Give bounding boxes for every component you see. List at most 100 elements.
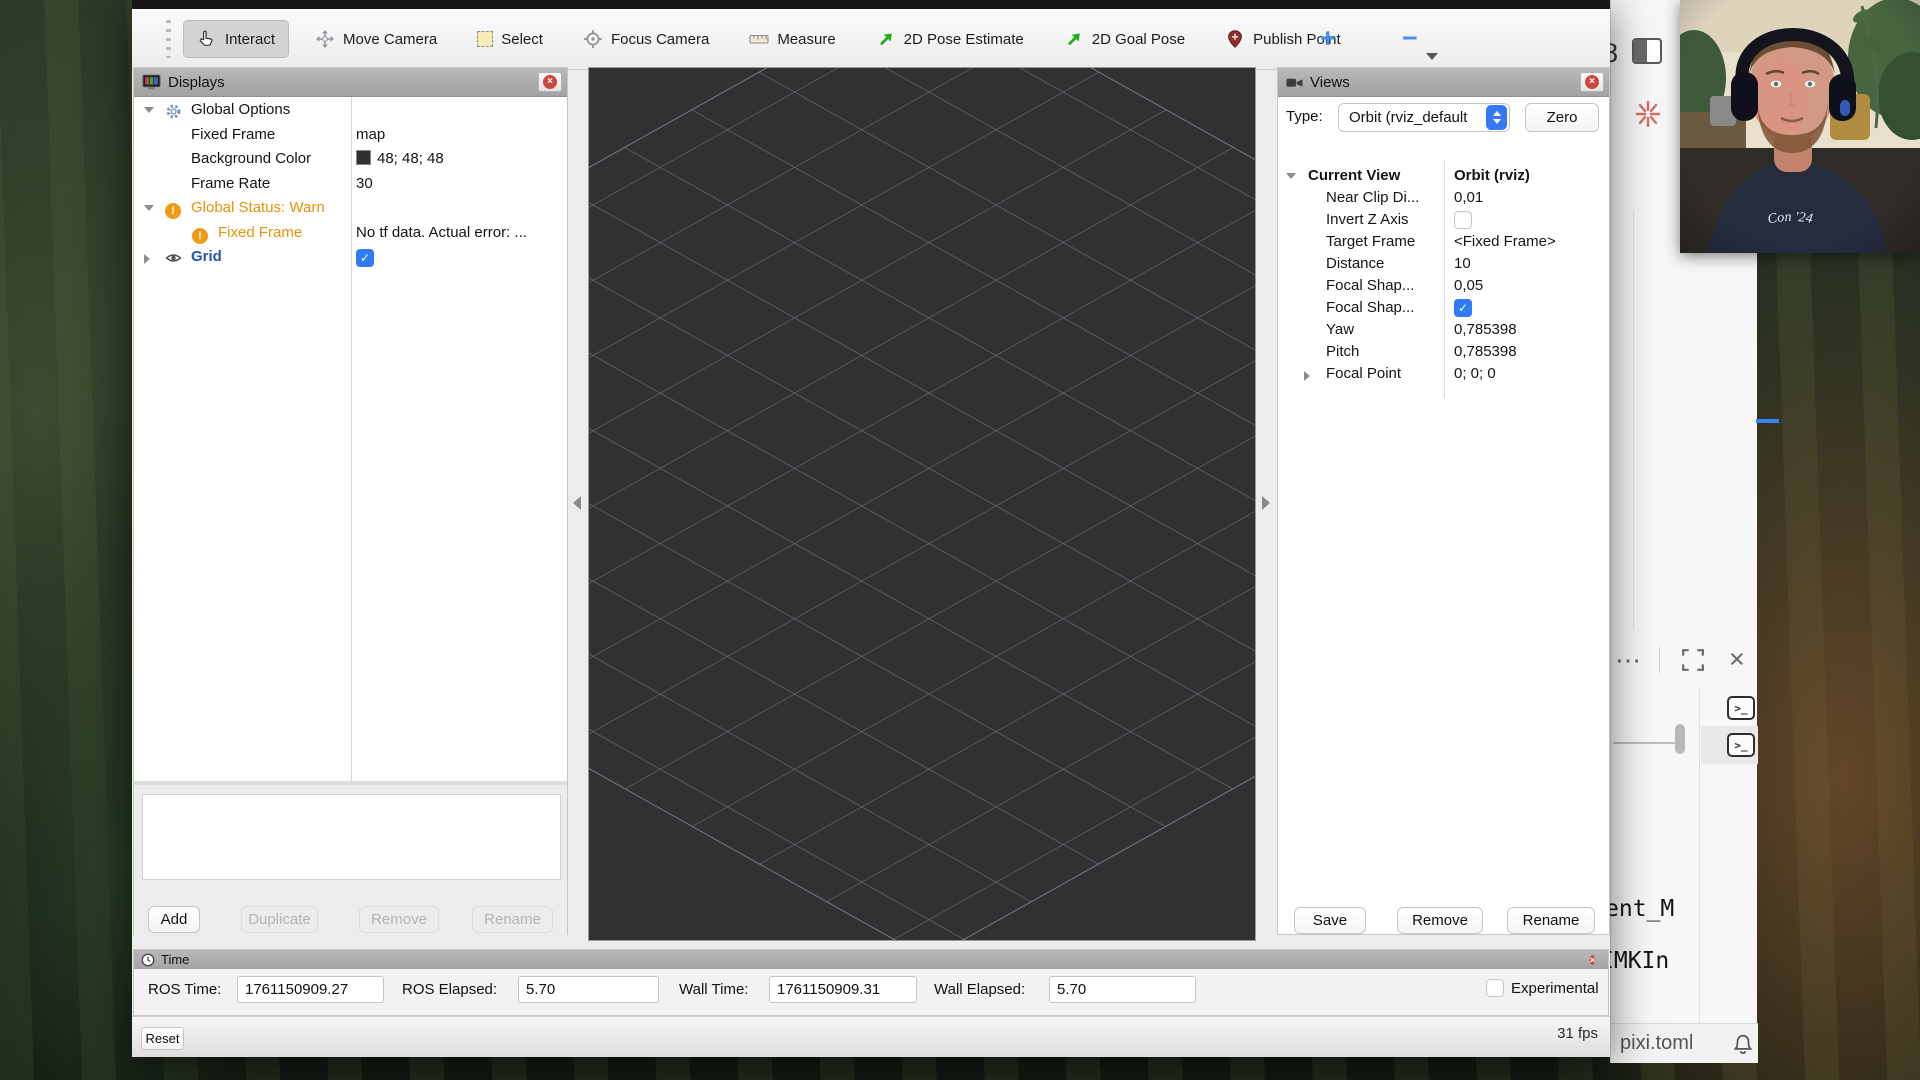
add-display-button[interactable]: Add xyxy=(148,906,200,933)
gear-icon xyxy=(165,103,182,120)
collapse-right-panel-arrow[interactable] xyxy=(1262,496,1270,510)
property-value[interactable]: <Fixed Frame> xyxy=(1454,233,1556,250)
property-value[interactable]: 10 xyxy=(1454,255,1471,272)
collapse-left-panel-arrow[interactable] xyxy=(573,496,581,510)
invert-z-checkbox[interactable] xyxy=(1454,211,1472,229)
green-arrow-icon xyxy=(876,29,896,49)
scrollbar-thumb[interactable] xyxy=(1675,724,1685,754)
chevron-down-icon[interactable] xyxy=(1426,53,1438,60)
toolbar-drag-handle[interactable] xyxy=(166,20,171,58)
zero-button[interactable]: Zero xyxy=(1525,103,1599,132)
property-label: Global Options xyxy=(191,101,290,118)
property-value[interactable]: 0,01 xyxy=(1454,189,1483,206)
tool-label: Measure xyxy=(777,31,835,48)
property-value[interactable]: 0,785398 xyxy=(1454,321,1517,338)
row-grid[interactable]: Grid ✓ xyxy=(134,246,567,271)
row-frame-rate[interactable]: Frame Rate 30 xyxy=(134,173,567,198)
tool-interact[interactable]: Interact xyxy=(183,20,289,58)
remove-view-button[interactable]: Remove xyxy=(1397,907,1483,934)
grid-enabled-checkbox[interactable]: ✓ xyxy=(356,249,374,267)
property-label: Background Color xyxy=(191,150,311,167)
terminal-icon[interactable]: >_ xyxy=(1727,696,1755,720)
rename-display-button[interactable]: Rename xyxy=(472,906,553,933)
row-global-options[interactable]: Global Options xyxy=(134,99,567,124)
divider xyxy=(1699,688,1700,1023)
row-background-color[interactable]: Background Color 48; 48; 48 xyxy=(134,148,567,173)
chevron-down-icon[interactable] xyxy=(144,107,154,113)
row-invert-z[interactable]: Invert Z Axis xyxy=(1278,210,1609,232)
ros-time-field[interactable]: 1761150909.27 xyxy=(237,976,384,1003)
fullscreen-icon[interactable] xyxy=(1681,648,1705,672)
3d-viewport[interactable] xyxy=(588,67,1256,941)
experimental-checkbox[interactable] xyxy=(1486,979,1504,997)
displays-panel-header[interactable]: Displays xyxy=(134,68,567,97)
row-focal-shape-fixed[interactable]: Focal Shap... ✓ xyxy=(1278,298,1609,320)
property-value[interactable]: 30 xyxy=(356,175,373,192)
duplicate-display-button[interactable]: Duplicate xyxy=(241,906,318,933)
row-yaw[interactable]: Yaw 0,785398 xyxy=(1278,320,1609,342)
row-near-clip[interactable]: Near Clip Di... 0,01 xyxy=(1278,188,1609,210)
tool-label: Interact xyxy=(225,31,275,48)
map-pin-icon xyxy=(1225,29,1245,49)
row-target-frame[interactable]: Target Frame <Fixed Frame> xyxy=(1278,232,1609,254)
reset-button[interactable]: Reset xyxy=(141,1027,184,1050)
row-focal-point[interactable]: Focal Point 0; 0; 0 xyxy=(1278,364,1609,386)
statusbar-file-label[interactable]: pixi.toml xyxy=(1620,1032,1693,1055)
close-time-button[interactable]: × xyxy=(1588,951,1605,968)
tool-label: 2D Goal Pose xyxy=(1092,31,1185,48)
close-displays-button[interactable]: × xyxy=(538,72,562,92)
row-pitch[interactable]: Pitch 0,785398 xyxy=(1278,342,1609,364)
dropdown-stepper-icon[interactable] xyxy=(1486,105,1507,130)
sidebar-toggle-icon[interactable] xyxy=(1632,38,1662,64)
tool-label: 2D Pose Estimate xyxy=(904,31,1024,48)
row-distance[interactable]: Distance 10 xyxy=(1278,254,1609,276)
property-label: Focal Shap... xyxy=(1326,299,1414,316)
camera-icon xyxy=(1286,75,1303,90)
close-views-button[interactable]: × xyxy=(1580,72,1604,92)
clock-icon xyxy=(141,953,155,967)
terminal-icon[interactable]: >_ xyxy=(1727,733,1755,757)
property-value[interactable]: 0,785398 xyxy=(1454,343,1517,360)
tool-2d-goal-pose[interactable]: 2D Goal Pose xyxy=(1050,20,1199,58)
tool-move-camera[interactable]: Move Camera xyxy=(301,20,451,58)
bell-icon[interactable] xyxy=(1731,1032,1755,1058)
row-current-view[interactable]: Current View Orbit (rviz) xyxy=(1278,166,1609,188)
chevron-down-icon[interactable] xyxy=(1286,173,1296,179)
property-label: Current View xyxy=(1308,167,1400,184)
tool-2d-pose-estimate[interactable]: 2D Pose Estimate xyxy=(862,20,1038,58)
time-panel: Time × ROS Time: 1761150909.27 ROS Elaps… xyxy=(133,949,1609,1016)
chevron-down-icon[interactable] xyxy=(144,205,154,211)
focal-shape-checkbox[interactable]: ✓ xyxy=(1454,299,1472,317)
remove-tool-button[interactable]: − xyxy=(1402,23,1418,54)
remove-display-button[interactable]: Remove xyxy=(359,906,439,933)
views-panel-header[interactable]: Views xyxy=(1278,68,1609,97)
tool-focus-camera[interactable]: Focus Camera xyxy=(569,20,723,58)
view-type-dropdown[interactable]: Orbit (rviz_default xyxy=(1338,103,1510,132)
wall-elapsed-field[interactable]: 5.70 xyxy=(1049,976,1196,1003)
row-fixed-frame-warning[interactable]: ! Fixed Frame No tf data. Actual error: … xyxy=(134,222,567,247)
property-value[interactable]: 0,05 xyxy=(1454,277,1483,294)
more-options-icon[interactable]: ⋯ xyxy=(1615,645,1643,676)
time-panel-header[interactable]: Time × xyxy=(134,950,1608,969)
tool-measure[interactable]: Measure xyxy=(735,20,849,58)
row-focal-shape-size[interactable]: Focal Shap... 0,05 xyxy=(1278,276,1609,298)
property-label: Grid xyxy=(191,248,222,265)
property-value[interactable]: 0; 0; 0 xyxy=(1454,365,1496,382)
save-view-button[interactable]: Save xyxy=(1294,907,1366,934)
property-label: Invert Z Axis xyxy=(1326,211,1409,228)
rename-view-button[interactable]: Rename xyxy=(1507,907,1595,934)
wall-time-field[interactable]: 1761150909.31 xyxy=(769,976,917,1003)
tool-select[interactable]: Select xyxy=(463,22,557,57)
hand-pointer-icon xyxy=(197,29,217,49)
property-value[interactable]: map xyxy=(356,126,385,143)
window-titlebar-edge xyxy=(132,0,1610,9)
row-global-status[interactable]: ! Global Status: Warn xyxy=(134,197,567,222)
property-value[interactable]: 48; 48; 48 xyxy=(356,150,444,167)
chevron-right-icon[interactable] xyxy=(1304,371,1310,381)
background-text: IMKIn xyxy=(1600,948,1669,974)
row-fixed-frame[interactable]: Fixed Frame map xyxy=(134,124,567,149)
add-tool-button[interactable]: + xyxy=(1320,23,1336,54)
close-icon[interactable]: × xyxy=(1729,644,1745,675)
ros-elapsed-field[interactable]: 5.70 xyxy=(518,976,659,1003)
chevron-right-icon[interactable] xyxy=(144,254,150,264)
